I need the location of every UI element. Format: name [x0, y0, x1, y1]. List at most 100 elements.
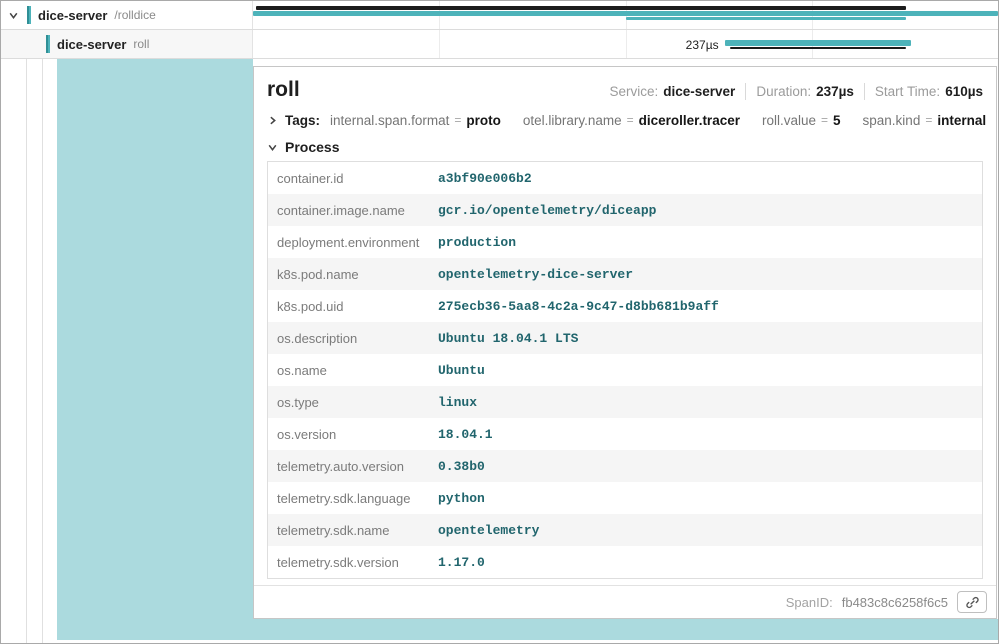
divider [864, 83, 865, 100]
table-row: telemetry.sdk.name opentelemetry [268, 514, 982, 546]
tags-accordion[interactable]: Tags: internal.span.format = proto otel.… [254, 105, 996, 136]
chevron-down-icon[interactable] [8, 10, 19, 21]
process-label: Process [285, 139, 339, 155]
span-id-value: fb483c8c6258f6c5 [842, 595, 948, 610]
process-value: 0.38b0 [438, 459, 982, 474]
equals-sign: = [627, 113, 634, 127]
process-key: os.type [268, 395, 438, 410]
process-accordion[interactable]: Process [254, 136, 996, 161]
table-row: container.id a3bf90e006b2 [268, 162, 982, 194]
table-row: telemetry.sdk.version 1.17.0 [268, 546, 982, 578]
tag-key: span.kind [863, 113, 921, 128]
service-value: dice-server [663, 84, 735, 99]
span-timeline-cell[interactable]: 237µs [253, 30, 998, 58]
chevron-right-icon[interactable] [267, 115, 278, 126]
table-row: k8s.pod.name opentelemetry-dice-server [268, 258, 982, 290]
selected-span-highlight [57, 59, 253, 640]
process-key: os.description [268, 331, 438, 346]
process-key: k8s.pod.uid [268, 299, 438, 314]
span-name-cell[interactable]: dice-server roll [1, 30, 253, 58]
link-icon [965, 595, 980, 610]
equals-sign: = [454, 113, 461, 127]
table-row: os.name Ubuntu [268, 354, 982, 386]
operation-name: /rolldice [114, 8, 155, 22]
table-row: telemetry.auto.version 0.38b0 [268, 450, 982, 482]
process-value: 275ecb36-5aa8-4c2a-9c47-d8bb681b9aff [438, 299, 982, 314]
critical-path-bar[interactable] [256, 6, 906, 10]
process-key: k8s.pod.name [268, 267, 438, 282]
detail-region: roll Service: dice-server Duration: 237µ… [253, 59, 998, 643]
service-name: dice-server [57, 37, 126, 52]
span-title: roll [267, 78, 300, 102]
span-bar-rolldice[interactable] [253, 11, 998, 16]
process-value: gcr.io/opentelemetry/diceapp [438, 203, 982, 218]
process-key: container.id [268, 171, 438, 186]
tag-key: internal.span.format [330, 113, 449, 128]
process-key: telemetry.sdk.name [268, 523, 438, 538]
span-color-swatch [46, 35, 50, 53]
duration-value: 237µs [816, 84, 854, 99]
indent-guide-line [26, 59, 27, 643]
process-value: Ubuntu 18.04.1 LTS [438, 331, 982, 346]
process-value: 1.17.0 [438, 555, 982, 570]
detail-header: roll Service: dice-server Duration: 237µ… [254, 67, 996, 105]
span-bar-segment[interactable] [626, 17, 906, 20]
span-detail-card: roll Service: dice-server Duration: 237µ… [253, 66, 997, 619]
tag-value: internal [937, 113, 986, 128]
timeline-gridline [439, 30, 440, 58]
deep-link-button[interactable] [957, 591, 987, 613]
span-bar-roll[interactable] [725, 40, 911, 46]
process-value: Ubuntu [438, 363, 982, 378]
service-name: dice-server [38, 8, 107, 23]
tag-value: proto [466, 113, 501, 128]
table-row: os.version 18.04.1 [268, 418, 982, 450]
selected-span-highlight [253, 619, 998, 640]
process-key: os.version [268, 427, 438, 442]
span-timeline-cell[interactable] [253, 1, 998, 29]
table-row: k8s.pod.uid 275ecb36-5aa8-4c2a-9c47-d8bb… [268, 290, 982, 322]
tags-label: Tags: [285, 113, 320, 128]
span-id-label: SpanID: [786, 595, 833, 610]
critical-path-bar[interactable] [730, 47, 906, 49]
tag-item: span.kind = internal [863, 113, 987, 128]
indent-guide-line [42, 59, 43, 643]
process-value: production [438, 235, 982, 250]
tag-key: roll.value [762, 113, 816, 128]
span-color-swatch [27, 6, 31, 24]
chevron-down-icon[interactable] [267, 142, 278, 153]
tag-value: 5 [833, 113, 841, 128]
span-detail-area: roll Service: dice-server Duration: 237µ… [1, 59, 998, 643]
span-row-rolldice[interactable]: dice-server /rolldice [1, 1, 998, 30]
divider [745, 83, 746, 100]
trace-detail-view: dice-server /rolldice dice-server roll 2… [0, 0, 999, 644]
table-row: telemetry.sdk.language python [268, 482, 982, 514]
process-table: container.id a3bf90e006b2 container.imag… [267, 161, 983, 579]
span-name-cell[interactable]: dice-server /rolldice [1, 1, 253, 29]
start-time-value: 610µs [945, 84, 983, 99]
service-label: Service: [609, 84, 658, 99]
process-key: deployment.environment [268, 235, 438, 250]
span-duration-label: 237µs [611, 38, 719, 52]
table-row: os.description Ubuntu 18.04.1 LTS [268, 322, 982, 354]
process-value: 18.04.1 [438, 427, 982, 442]
tree-gutter [1, 59, 253, 643]
process-key: telemetry.sdk.language [268, 491, 438, 506]
table-row: container.image.name gcr.io/opentelemetr… [268, 194, 982, 226]
process-key: container.image.name [268, 203, 438, 218]
operation-name: roll [133, 37, 149, 51]
tag-item: internal.span.format = proto [330, 113, 501, 128]
tag-item: roll.value = 5 [762, 113, 841, 128]
tag-item: otel.library.name = diceroller.tracer [523, 113, 740, 128]
table-row: deployment.environment production [268, 226, 982, 258]
process-value: opentelemetry [438, 523, 982, 538]
process-key: telemetry.auto.version [268, 459, 438, 474]
equals-sign: = [821, 113, 828, 127]
table-row: os.type linux [268, 386, 982, 418]
process-value: a3bf90e006b2 [438, 171, 982, 186]
process-key: telemetry.sdk.version [268, 555, 438, 570]
span-row-roll[interactable]: dice-server roll 237µs [1, 30, 998, 59]
process-value: python [438, 491, 982, 506]
duration-label: Duration: [756, 84, 811, 99]
detail-footer: SpanID: fb483c8c6258f6c5 [254, 585, 996, 618]
start-time-label: Start Time: [875, 84, 940, 99]
